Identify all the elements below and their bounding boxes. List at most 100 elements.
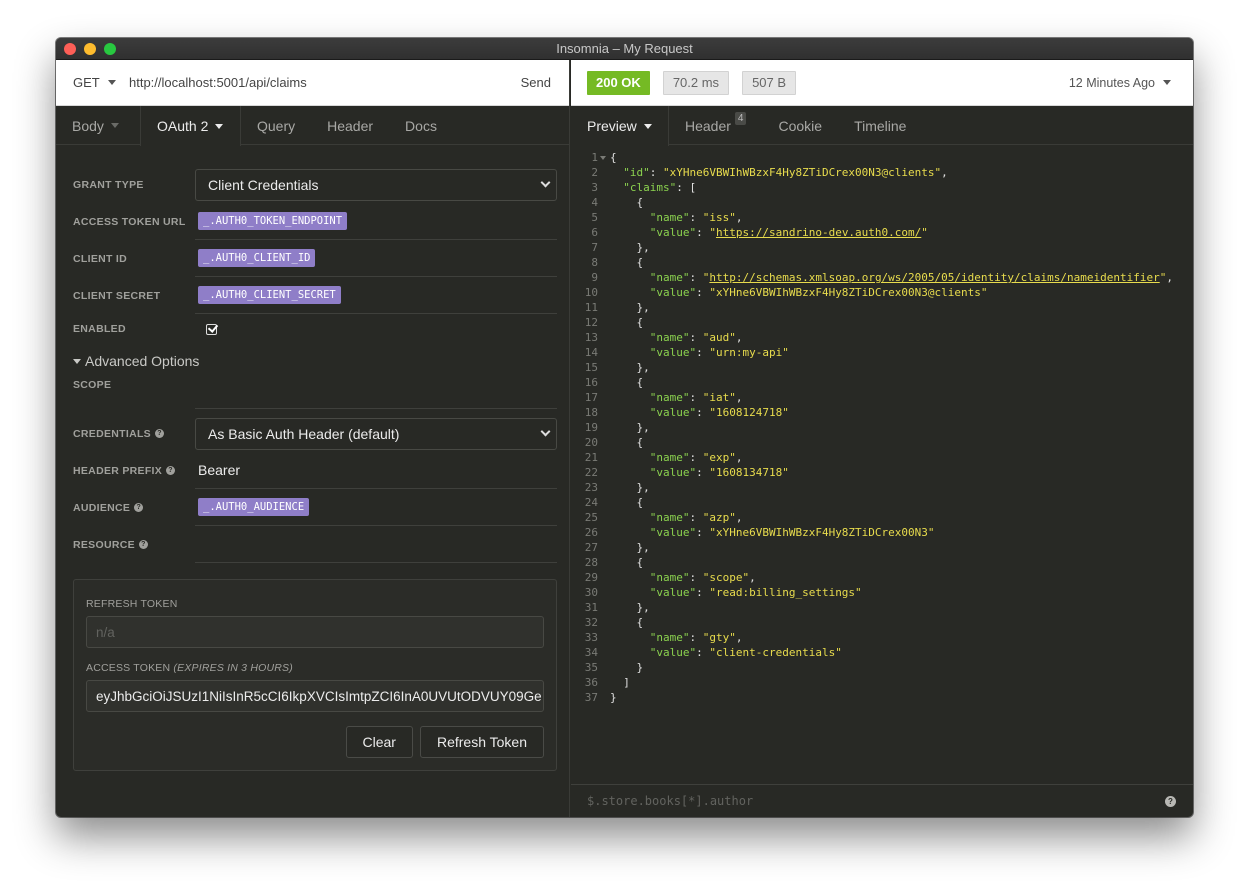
response-preview[interactable]: 1{2 "id": "xYHne6VBWIhWBzxF4Hy8ZTiDCrex0…	[571, 145, 1193, 705]
tab-preview[interactable]: Preview	[571, 106, 669, 146]
code-line: 26 "value": "xYHne6VBWIhWBzxF4Hy8ZTiDCre…	[571, 525, 1193, 540]
close-window-button[interactable]	[64, 43, 76, 55]
json-link[interactable]: http://schemas.xmlsoap.org/ws/2005/05/id…	[709, 270, 1159, 285]
line-number: 14	[584, 346, 598, 359]
client-secret-input[interactable]: _.AUTH0_CLIENT_SECRET	[195, 277, 557, 314]
tab-header[interactable]: Header	[311, 106, 389, 145]
json-string: "	[921, 226, 928, 239]
fold-gutter	[598, 195, 610, 210]
json-punctuation: {	[610, 496, 644, 509]
line-number: 13	[584, 331, 598, 344]
refresh-token-button[interactable]: Refresh Token	[419, 726, 544, 758]
access-token-label-text: ACCESS TOKEN	[86, 662, 171, 674]
tab-query-label: Query	[257, 117, 296, 134]
audience-input[interactable]: _.AUTH0_AUDIENCE	[195, 489, 557, 526]
line-number: 32	[584, 616, 598, 629]
line-number: 9	[591, 271, 598, 284]
app-window: Insomnia – My Request GET http://localho…	[56, 38, 1193, 817]
response-filter-input[interactable]: $.store.books[*].author	[587, 794, 753, 808]
send-button[interactable]: Send	[521, 75, 569, 90]
env-variable-tag[interactable]: _.AUTH0_CLIENT_SECRET	[198, 286, 341, 304]
credentials-label-text: CREDENTIALS	[73, 427, 151, 440]
help-icon[interactable]: ?	[134, 503, 144, 512]
access-token-url-input[interactable]: _.AUTH0_TOKEN_ENDPOINT	[195, 203, 557, 240]
grant-type-select[interactable]: Client Credentials	[195, 168, 557, 201]
client-id-row: CLIENT ID _.AUTH0_CLIENT_ID	[73, 240, 557, 277]
json-string: "xYHne6VBWIhWBzxF4Hy8ZTiDCrex00N3@client…	[663, 166, 942, 179]
tab-response-header[interactable]: Header 4	[669, 106, 762, 145]
json-link[interactable]: https://sandrino-dev.auth0.com/	[716, 225, 921, 240]
json-punctuation	[610, 630, 650, 645]
line-number: 5	[591, 211, 598, 224]
json-punctuation: {	[610, 151, 617, 164]
json-punctuation	[610, 510, 650, 525]
tab-docs[interactable]: Docs	[389, 106, 453, 145]
help-icon[interactable]: ?	[1165, 795, 1176, 807]
method-dropdown[interactable]: GET	[56, 75, 129, 90]
json-key: "value"	[649, 286, 697, 299]
credentials-select[interactable]: As Basic Auth Header (default)	[195, 417, 557, 450]
line-number: 8	[591, 256, 598, 269]
json-key: "value"	[649, 586, 697, 599]
json-punctuation: ,	[735, 451, 743, 464]
json-punctuation	[610, 405, 650, 420]
code-line: 1{	[571, 150, 1193, 165]
json-punctuation	[610, 180, 623, 195]
grant-type-label: GRANT TYPE	[73, 178, 144, 191]
env-variable-tag[interactable]: _.AUTH0_AUDIENCE	[198, 498, 310, 516]
json-key: "value"	[649, 226, 697, 239]
line-number: 33	[584, 631, 598, 644]
code-line: 3 "claims": [	[571, 180, 1193, 195]
tab-oauth2[interactable]: OAuth 2	[140, 106, 241, 146]
fold-gutter	[598, 585, 610, 600]
header-count-badge: 4	[734, 112, 747, 125]
tab-body[interactable]: Body	[56, 106, 140, 145]
response-tabs: Preview Header 4 Cookie Timeline	[571, 106, 1193, 146]
line-number: 25	[584, 511, 598, 524]
chevron-down-icon	[107, 80, 116, 85]
refresh-token-input[interactable]: n/a	[86, 616, 544, 648]
fold-gutter	[598, 420, 610, 435]
token-actions: Clear Refresh Token	[86, 726, 544, 758]
access-token-input[interactable]: eyJhbGciOiJSUzI1NiIsInR5cCI6IkpXVCIsImtp…	[86, 680, 544, 712]
clear-button[interactable]: Clear	[345, 726, 413, 758]
chevron-down-icon	[540, 177, 551, 188]
help-icon[interactable]: ?	[166, 466, 176, 475]
json-punctuation	[610, 450, 650, 465]
tab-cookie[interactable]: Cookie	[762, 106, 838, 145]
advanced-options-toggle[interactable]: Advanced Options	[73, 347, 557, 375]
env-variable-tag[interactable]: _.AUTH0_CLIENT_ID	[198, 249, 316, 267]
json-key: "value"	[649, 406, 697, 419]
code-line: 7 },	[571, 240, 1193, 255]
json-string: "urn:my-api"	[709, 346, 789, 359]
line-number: 4	[591, 196, 598, 209]
json-punctuation: :	[689, 271, 703, 284]
tab-timeline[interactable]: Timeline	[838, 106, 922, 145]
url-input[interactable]: http://localhost:5001/api/claims	[129, 75, 521, 90]
json-punctuation: :	[696, 586, 710, 599]
scope-input[interactable]	[195, 379, 557, 409]
code-line: 28 {	[571, 555, 1193, 570]
maximize-window-button[interactable]	[104, 43, 116, 55]
env-variable-tag[interactable]: _.AUTH0_TOKEN_ENDPOINT	[198, 212, 348, 230]
line-number: 11	[584, 301, 598, 314]
json-punctuation: ,	[749, 571, 756, 584]
enabled-checkbox[interactable]	[206, 323, 217, 335]
resource-input[interactable]	[195, 526, 557, 563]
help-icon[interactable]: ?	[154, 429, 164, 438]
header-prefix-input[interactable]: Bearer	[195, 452, 557, 489]
response-history-dropdown[interactable]: 12 Minutes Ago	[1069, 76, 1193, 90]
scope-label: SCOPE	[73, 379, 112, 391]
minimize-window-button[interactable]	[84, 43, 96, 55]
code-line: 27 },	[571, 540, 1193, 555]
fold-arrow-icon[interactable]	[598, 150, 610, 165]
line-number: 35	[584, 661, 598, 674]
json-key: "name"	[649, 511, 690, 524]
tab-query[interactable]: Query	[241, 106, 311, 145]
help-icon[interactable]: ?	[138, 540, 148, 549]
title-bar: Insomnia – My Request	[56, 38, 1193, 60]
code-line: 14 "value": "urn:my-api"	[571, 345, 1193, 360]
client-id-input[interactable]: _.AUTH0_CLIENT_ID	[195, 240, 557, 277]
code-line: 12 {	[571, 315, 1193, 330]
json-punctuation: :	[696, 286, 710, 299]
